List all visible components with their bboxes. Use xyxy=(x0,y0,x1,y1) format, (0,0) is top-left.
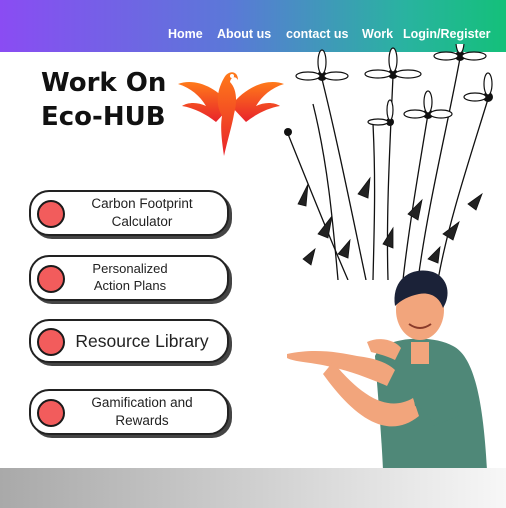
red-circle-icon xyxy=(37,328,65,356)
page-title-line-1: Work On xyxy=(41,68,167,98)
carbon-footprint-calculator-label: Carbon Footprint Calculator xyxy=(91,196,193,229)
wildflowers-illustration xyxy=(284,44,493,280)
top-navigation: Home About us contact us Work Login/Regi… xyxy=(0,27,506,43)
personalized-action-plans-label: Personalized Action Plans xyxy=(92,261,168,293)
page-title: Work On Eco-HUB xyxy=(41,66,166,134)
nav-about-link[interactable]: About us xyxy=(217,27,271,41)
page-title-line-2: Eco-HUB xyxy=(41,102,166,132)
resource-library-button[interactable]: Resource Library xyxy=(29,319,229,363)
phoenix-logo-icon xyxy=(178,72,284,156)
nav-work-link[interactable]: Work xyxy=(362,27,393,41)
resource-library-label: Resource Library xyxy=(75,330,209,351)
gamification-and-rewards-label: Gamification and Rewards xyxy=(91,395,193,428)
red-circle-icon xyxy=(37,265,65,293)
presenter-illustration xyxy=(287,270,487,470)
red-circle-icon xyxy=(37,200,65,228)
nav-contact-link[interactable]: contact us xyxy=(286,27,349,41)
nav-home-link[interactable]: Home xyxy=(168,27,203,41)
nav-login-register-link[interactable]: Login/Register xyxy=(403,27,491,41)
carbon-footprint-calculator-button[interactable]: Carbon Footprint Calculator xyxy=(29,190,229,236)
page-footer xyxy=(0,468,506,508)
gamification-and-rewards-button[interactable]: Gamification and Rewards xyxy=(29,389,229,435)
red-circle-icon xyxy=(37,399,65,427)
personalized-action-plans-button[interactable]: Personalized Action Plans xyxy=(29,255,229,301)
